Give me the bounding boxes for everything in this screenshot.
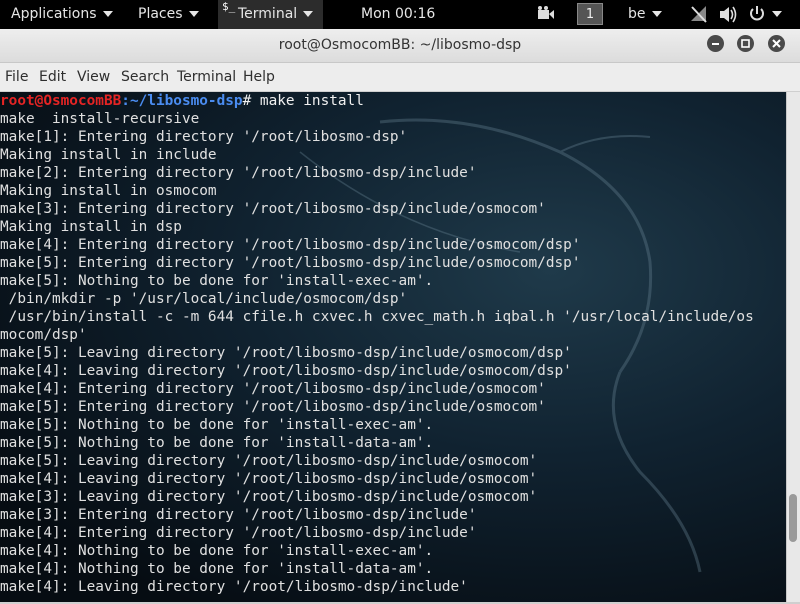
output-line: make install-recursive	[0, 111, 200, 127]
applications-label: Applications	[11, 6, 97, 22]
output-line: make[4]: Leaving directory '/root/libosm…	[0, 471, 538, 487]
output-line: /bin/mkdir -p '/usr/local/include/osmoco…	[0, 291, 408, 307]
output-line: mocom/dsp'	[0, 327, 87, 343]
menu-file[interactable]: File	[5, 63, 28, 91]
menu-edit[interactable]: Edit	[39, 63, 66, 91]
terminal-lines: root@OsmocomBB:~/libosmo-dsp# make insta…	[0, 92, 786, 596]
output-line: make[5]: Nothing to be done for 'install…	[0, 435, 434, 451]
menubar: File Edit View Search Terminal Help	[0, 63, 800, 92]
output-line: make[5]: Nothing to be done for 'install…	[0, 417, 434, 433]
output-line: /usr/bin/install -c -m 644 cfile.h cxvec…	[0, 309, 754, 325]
power-icon[interactable]	[748, 0, 782, 29]
terminal-icon: $_	[222, 0, 236, 13]
maximize-icon[interactable]	[737, 35, 754, 52]
menu-terminal[interactable]: Terminal	[177, 63, 236, 91]
prompt-command: # make install	[242, 93, 364, 109]
output-line: Making install in dsp	[0, 219, 182, 235]
volume-icon[interactable]	[718, 0, 738, 29]
output-line: make[4]: Entering directory '/root/libos…	[0, 525, 477, 541]
terminal-output[interactable]: root@OsmocomBB:~/libosmo-dsp# make insta…	[0, 92, 786, 602]
top-panel: Applications Places $_ Terminal Mon 00:1…	[0, 0, 800, 29]
chevron-down-icon	[303, 11, 314, 17]
keyboard-layout-label: be	[628, 6, 646, 22]
output-line: make[2]: Entering directory '/root/libos…	[0, 165, 477, 181]
output-line: make[4]: Leaving directory '/root/libosm…	[0, 363, 572, 379]
output-line: make[3]: Entering directory '/root/libos…	[0, 201, 546, 217]
places-label: Places	[138, 6, 183, 22]
output-line: make[5]: Nothing to be done for 'install…	[0, 273, 434, 289]
output-line: make[5]: Leaving directory '/root/libosm…	[0, 453, 538, 469]
output-line: make[5]: Leaving directory '/root/libosm…	[0, 345, 572, 361]
workspace-indicator[interactable]: 1	[577, 3, 603, 25]
menu-view[interactable]: View	[77, 63, 110, 91]
output-line: make[4]: Nothing to be done for 'install…	[0, 543, 434, 559]
output-line: make[5]: Entering directory '/root/libos…	[0, 255, 581, 271]
scrollbar-thumb[interactable]	[789, 494, 797, 542]
output-line: make[4]: Leaving directory '/root/libosm…	[0, 579, 468, 595]
clock[interactable]: Mon 00:16	[361, 0, 435, 29]
prompt-line: root@OsmocomBB:~/libosmo-dsp# make insta…	[0, 92, 786, 110]
output-line: Making install in osmocom	[0, 183, 217, 199]
terminal-scrollbar[interactable]	[786, 92, 800, 602]
chevron-down-icon	[772, 11, 782, 17]
output-line: Making install in include	[0, 147, 217, 163]
prompt-user: root@OsmocomBB	[0, 93, 122, 109]
places-menu[interactable]: Places	[138, 0, 199, 29]
minimize-icon[interactable]	[707, 35, 724, 52]
output-line: make[3]: Entering directory '/root/libos…	[0, 507, 477, 523]
output-line: make[5]: Entering directory '/root/libos…	[0, 399, 546, 415]
menu-search[interactable]: Search	[121, 63, 169, 91]
chevron-down-icon	[651, 11, 662, 17]
output-line: make[4]: Entering directory '/root/libos…	[0, 381, 546, 397]
window-titlebar[interactable]: root@OsmocomBB: ~/libosmo-dsp	[0, 29, 800, 63]
terminal-app-label: Terminal	[238, 6, 298, 22]
output-line: make[4]: Nothing to be done for 'install…	[0, 561, 434, 577]
keyboard-layout-menu[interactable]: be	[628, 0, 662, 29]
window-title: root@OsmocomBB: ~/libosmo-dsp	[278, 37, 522, 53]
terminal-app-menu[interactable]: $_ Terminal	[218, 0, 324, 29]
network-disabled-icon[interactable]	[690, 0, 708, 29]
output-line: make[3]: Leaving directory '/root/libosm…	[0, 489, 538, 505]
menu-help[interactable]: Help	[243, 63, 275, 91]
applications-menu[interactable]: Applications	[11, 0, 113, 29]
close-icon[interactable]	[768, 35, 785, 52]
output-line: make[1]: Entering directory '/root/libos…	[0, 129, 408, 145]
prompt-path: :~/libosmo-dsp	[121, 93, 243, 109]
chevron-down-icon	[188, 11, 199, 17]
chevron-down-icon	[102, 11, 113, 17]
video-camera-icon[interactable]	[536, 0, 556, 29]
output-line: make[4]: Entering directory '/root/libos…	[0, 237, 581, 253]
